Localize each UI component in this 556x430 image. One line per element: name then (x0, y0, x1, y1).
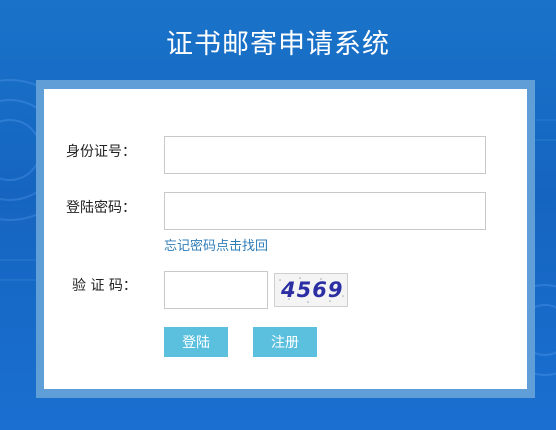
password-label: 登陆密码： (66, 200, 136, 216)
id-number-label: 身份证号： (66, 144, 136, 160)
id-number-input[interactable] (164, 136, 486, 174)
captcha-image[interactable]: 4569 (274, 273, 348, 307)
captcha-text: 4569 (281, 278, 344, 302)
login-button[interactable]: 登陆 (164, 327, 228, 357)
captcha-input[interactable] (164, 271, 268, 309)
password-input[interactable] (164, 192, 486, 230)
login-panel: 身份证号： 登陆密码： 忘记密码点击找回 验 证 码： 4569 登陆 注册 (44, 89, 527, 389)
login-frame: 身份证号： 登陆密码： 忘记密码点击找回 验 证 码： 4569 登陆 注册 (36, 80, 535, 398)
register-button[interactable]: 注册 (253, 327, 317, 357)
forgot-password-link[interactable]: 忘记密码点击找回 (164, 235, 268, 254)
captcha-label: 验 证 码： (72, 278, 137, 294)
page-title: 证书邮寄申请系统 (166, 29, 390, 60)
